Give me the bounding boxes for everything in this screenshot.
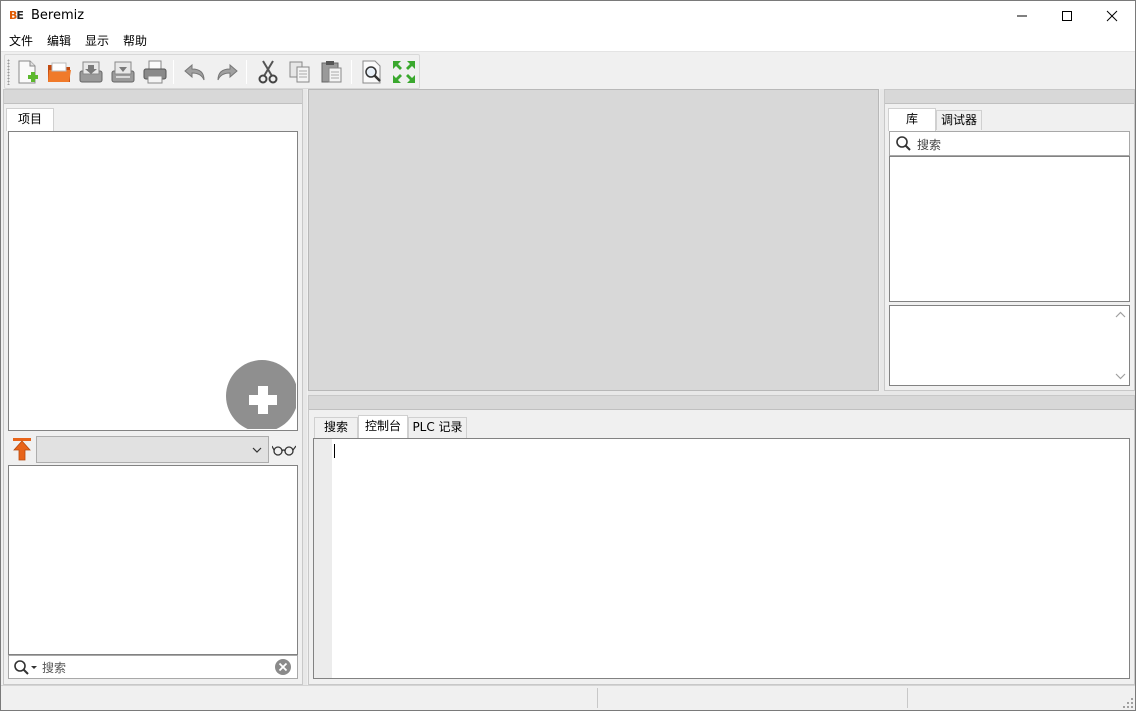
add-element-button[interactable]: [226, 360, 296, 429]
fullscreen-button[interactable]: [390, 58, 418, 86]
menu-help[interactable]: 帮助: [122, 33, 148, 49]
redo-icon: [217, 63, 238, 81]
tab-debugger[interactable]: 调试器: [936, 110, 982, 130]
tab-console[interactable]: 控制台: [358, 415, 408, 438]
open-button[interactable]: [45, 58, 73, 86]
search-placeholder: 搜索: [42, 661, 67, 675]
find-icon: [362, 60, 381, 84]
resize-grip-icon[interactable]: [1123, 698, 1133, 708]
tab-plc-log[interactable]: PLC 记录: [408, 417, 467, 438]
clear-search-icon[interactable]: [274, 658, 292, 676]
title-bar[interactable]: BE Beremiz: [1, 1, 1135, 31]
toolbar-area: [1, 51, 1135, 89]
app-window: BE Beremiz 文件 编辑 显示 帮助 项目 搜索 库 调试器 搜索 搜索…: [0, 0, 1136, 711]
library-search-placeholder: 搜索: [917, 138, 942, 152]
library-tree[interactable]: [889, 156, 1130, 302]
show-variables-button[interactable]: [272, 441, 296, 457]
left-panel-caption[interactable]: [4, 90, 302, 104]
variable-list[interactable]: [8, 465, 298, 655]
right-panel-caption[interactable]: [885, 90, 1134, 104]
new-file-icon: [18, 60, 38, 84]
add-button-clip: [10, 133, 296, 429]
save-as-icon: [111, 61, 135, 83]
search-icon: [896, 136, 911, 151]
arrow-up-icon: [13, 438, 31, 461]
open-folder-icon: [48, 62, 71, 82]
glasses-icon: [272, 445, 296, 456]
chevron-down-icon: [252, 447, 262, 453]
find-button[interactable]: [358, 58, 386, 86]
library-comment[interactable]: [889, 305, 1130, 386]
undo-icon: [184, 63, 205, 81]
app-logo-icon: BE: [9, 9, 24, 22]
scroll-up-icon[interactable]: [1112, 308, 1129, 322]
save-icon: [79, 61, 103, 83]
maximize-button[interactable]: [1044, 1, 1090, 31]
save-button[interactable]: [77, 58, 105, 86]
paste-button[interactable]: [318, 58, 346, 86]
paste-icon: [321, 61, 342, 83]
variable-instance-select[interactable]: [36, 436, 269, 463]
console-output[interactable]: [313, 438, 1130, 679]
maximize-icon: [1062, 11, 1072, 21]
menu-view[interactable]: 显示: [84, 33, 110, 49]
status-divider: [907, 688, 908, 708]
minimize-icon: [1017, 15, 1027, 17]
toolbar-separator: [351, 60, 352, 84]
parent-button[interactable]: [10, 436, 34, 462]
close-button[interactable]: [1089, 1, 1135, 31]
bottom-panel-caption[interactable]: [309, 396, 1134, 410]
library-search-box[interactable]: 搜索: [8, 655, 298, 679]
minimize-button[interactable]: [999, 1, 1045, 31]
library-filter-box[interactable]: 搜索: [889, 131, 1130, 156]
menu-file[interactable]: 文件: [8, 33, 34, 49]
menu-bar: 文件 编辑 显示 帮助: [1, 31, 1135, 51]
redo-button[interactable]: [213, 58, 241, 86]
save-as-button[interactable]: [109, 58, 137, 86]
window-title: Beremiz: [31, 8, 85, 23]
editor-area[interactable]: [308, 89, 879, 391]
scroll-down-icon[interactable]: [1112, 369, 1129, 383]
comment-scrollbar[interactable]: [1112, 306, 1129, 385]
search-icon: [14, 660, 37, 675]
close-icon: [1106, 10, 1118, 22]
tab-project[interactable]: 项目: [6, 108, 54, 131]
undo-button[interactable]: [181, 58, 209, 86]
cut-icon: [258, 60, 278, 84]
text-cursor: [334, 444, 335, 458]
status-bar: [1, 685, 1135, 710]
new-button[interactable]: [13, 58, 41, 86]
toolbar-separator: [173, 60, 174, 84]
toolbar-separator: [246, 60, 247, 84]
copy-icon: [289, 61, 310, 83]
toolbar: [4, 54, 420, 89]
print-icon: [143, 60, 167, 84]
left-splitter[interactable]: [303, 89, 307, 685]
cut-button[interactable]: [254, 58, 282, 86]
status-divider: [597, 688, 598, 708]
print-button[interactable]: [141, 58, 169, 86]
tab-library[interactable]: 库: [888, 108, 936, 131]
fullscreen-icon: [393, 61, 415, 83]
copy-button[interactable]: [286, 58, 314, 86]
toolbar-grip[interactable]: [7, 59, 10, 85]
tab-search[interactable]: 搜索: [314, 417, 358, 438]
bottom-splitter[interactable]: [308, 391, 1135, 395]
right-splitter[interactable]: [880, 89, 884, 391]
plus-icon: [249, 386, 277, 414]
menu-edit[interactable]: 编辑: [46, 33, 72, 49]
console-gutter: [314, 439, 332, 678]
